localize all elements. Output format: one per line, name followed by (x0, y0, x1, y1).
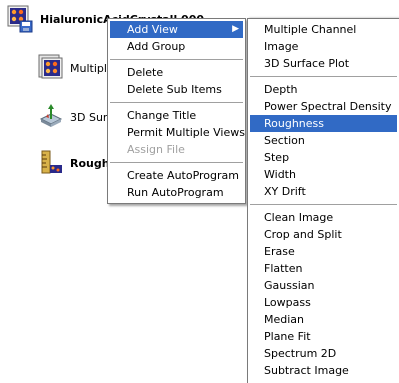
menu-item-assign-file: Assign File (127, 143, 185, 156)
submenu-item-power-spectral-density[interactable]: Power Spectral Density (250, 98, 397, 115)
submenu-item-spectrum-2d[interactable]: Spectrum 2D (250, 345, 397, 362)
project-icon (6, 5, 34, 33)
multiple-channel-view-icon (38, 54, 64, 83)
submenu-item-3d-surface-plot[interactable]: 3D Surface Plot (250, 55, 397, 72)
submenu-item-clean-image[interactable]: Clean Image (250, 209, 397, 226)
menu-item-create-autoprogram[interactable]: Create AutoProgram (110, 167, 243, 184)
tree-item-roughness[interactable]: Rough (38, 148, 110, 178)
3d-surface-plot-icon (38, 103, 64, 132)
submenu-item-lowpass[interactable]: Lowpass (250, 294, 397, 311)
submenu-item-depth[interactable]: Depth (250, 81, 397, 98)
submenu-item-roughness[interactable]: Roughness (250, 115, 397, 132)
menu-item-permit-multiple-views[interactable]: Permit Multiple Views (110, 124, 245, 141)
menu-separator (250, 76, 397, 77)
submenu-item-crop-and-split[interactable]: Crop and Split (250, 226, 397, 243)
menu-item-delete[interactable]: Delete (110, 64, 243, 81)
tree-item-label: Rough (70, 156, 110, 170)
menu-item-add-group[interactable]: Add Group (110, 38, 243, 55)
roughness-ruler-icon (38, 149, 64, 178)
submenu-item-section[interactable]: Section (250, 132, 397, 149)
menu-separator (110, 102, 243, 103)
submenu-item-xy-drift[interactable]: XY Drift (250, 183, 397, 200)
menu-item-label: Add View (127, 23, 178, 36)
submenu-item-image[interactable]: Image (250, 38, 397, 55)
submenu-item-median[interactable]: Median (250, 311, 397, 328)
submenu-item-subtract-image[interactable]: Subtract Image (250, 362, 397, 379)
menu-separator (110, 59, 243, 60)
tree-item-multiple-channel[interactable]: Multiple (38, 53, 114, 83)
submenu-item-width[interactable]: Width (250, 166, 397, 183)
menu-item-run-autoprogram[interactable]: Run AutoProgram (110, 184, 243, 201)
submenu-item-gaussian[interactable]: Gaussian (250, 277, 397, 294)
submenu-arrow-icon: ▶ (232, 24, 239, 34)
submenu-item-plane-fit[interactable]: Plane Fit (250, 328, 397, 345)
add-view-submenu: Multiple Channel Image 3D Surface Plot D… (247, 18, 399, 383)
menu-item-add-view[interactable]: Add View ▶ (110, 21, 243, 38)
tree-item-3d-surface[interactable]: 3D Sur (38, 102, 107, 132)
menu-item-delete-sub-items[interactable]: Delete Sub Items (110, 81, 243, 98)
submenu-item-multiple-channel[interactable]: Multiple Channel (250, 21, 397, 38)
context-menu: Add View ▶ Add Group Delete Delete Sub I… (107, 18, 246, 204)
menu-separator (110, 162, 243, 163)
menu-item-change-title[interactable]: Change Title (110, 107, 243, 124)
menu-separator (250, 204, 397, 205)
tree-item-label: 3D Sur (70, 110, 108, 124)
submenu-item-flatten[interactable]: Flatten (250, 260, 397, 277)
submenu-item-step[interactable]: Step (250, 149, 397, 166)
submenu-item-erase[interactable]: Erase (250, 243, 397, 260)
